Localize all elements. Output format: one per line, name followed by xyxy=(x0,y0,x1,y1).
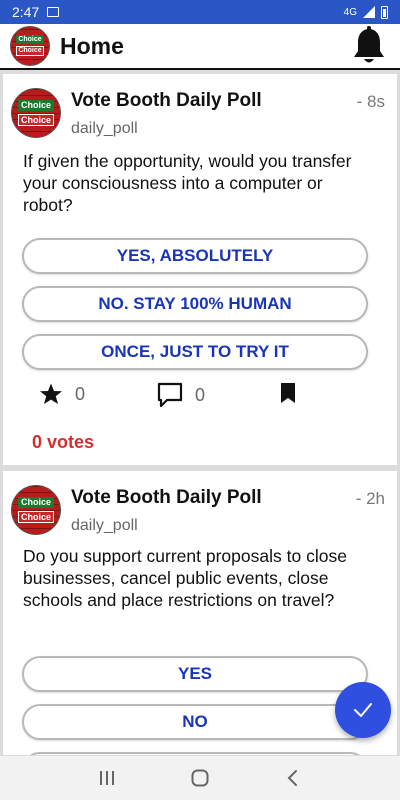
comment-count: 0 xyxy=(195,384,206,405)
bookmark-icon[interactable] xyxy=(279,382,297,404)
check-icon xyxy=(354,703,372,717)
system-nav-bar xyxy=(0,755,400,800)
poll-author-handle: daily_poll xyxy=(71,120,138,137)
poll-option-button[interactable]: ONCE, JUST TO TRY IT xyxy=(22,334,368,370)
poll-author-name[interactable]: Vote Booth Daily Poll xyxy=(71,487,262,509)
logo-band-top: Choice xyxy=(17,100,55,111)
bell-icon[interactable] xyxy=(352,26,386,66)
poll-option-button[interactable]: YES xyxy=(22,656,368,692)
poll-card-header: Choice Choice Vote Booth Daily Poll dail… xyxy=(11,485,385,541)
battery-icon xyxy=(381,5,388,19)
poll-timestamp: - 2h xyxy=(355,489,385,508)
status-right: 4G xyxy=(343,5,388,19)
back-icon[interactable] xyxy=(278,763,308,793)
network-label: 4G xyxy=(343,6,357,18)
poll-author-name[interactable]: Vote Booth Daily Poll xyxy=(71,90,262,112)
poll-option-button[interactable]: NO xyxy=(22,704,368,740)
poll-question: If given the opportunity, would you tran… xyxy=(23,151,352,215)
poll-avatar[interactable]: Choice Choice xyxy=(11,88,61,138)
logo-band-top: Choice xyxy=(15,35,45,44)
app-header: Choice Choice Home xyxy=(0,24,400,70)
status-bar: 2:47 4G xyxy=(0,0,400,24)
submit-fab[interactable] xyxy=(335,682,391,738)
poll-option-button[interactable]: YES, ABSOLUTELY xyxy=(22,238,368,274)
page-title: Home xyxy=(60,32,124,59)
poll-actions: 0 0 xyxy=(39,382,339,412)
home-icon[interactable] xyxy=(185,763,215,793)
logo-band-top: Choice xyxy=(17,497,55,508)
poll-avatar[interactable]: Choice Choice xyxy=(11,485,61,535)
favorite-count: 0 xyxy=(75,383,86,404)
logo-band-bottom: Choice xyxy=(17,114,55,126)
logo-band-bottom: Choice xyxy=(15,46,45,56)
image-notification-icon xyxy=(47,7,60,17)
poll-question: Do you support current proposals to clos… xyxy=(23,546,347,610)
status-time: 2:47 xyxy=(12,4,40,20)
logo-band-bottom: Choice xyxy=(17,511,55,523)
poll-timestamp: - 8s xyxy=(356,92,385,111)
logo-bricks xyxy=(12,486,60,534)
poll-card-header: Choice Choice Vote Booth Daily Poll dail… xyxy=(11,88,385,144)
app-logo[interactable]: Choice Choice xyxy=(10,26,50,66)
recent-apps-icon[interactable] xyxy=(92,763,122,793)
comment-icon xyxy=(157,382,183,408)
comment-action[interactable]: 0 xyxy=(157,382,205,408)
poll-feed[interactable]: Choice Choice Vote Booth Daily Poll dail… xyxy=(0,72,400,755)
vote-count: 0 votes xyxy=(32,432,95,452)
poll-author-handle: daily_poll xyxy=(71,517,138,534)
signal-icon xyxy=(363,6,375,18)
star-icon xyxy=(40,383,62,404)
poll-card[interactable]: Choice Choice Vote Booth Daily Poll dail… xyxy=(3,74,397,465)
logo-bricks xyxy=(12,89,60,137)
poll-option-button[interactable]: NO. STAY 100% HUMAN xyxy=(22,286,368,322)
favorite-action[interactable]: 0 xyxy=(39,382,85,406)
